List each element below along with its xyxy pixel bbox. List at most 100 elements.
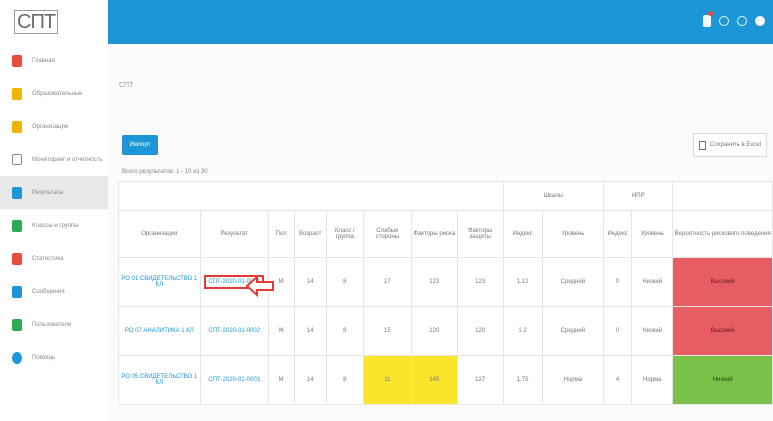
table-row[interactable]: РО 07 АНАЛИТИКА 1 КЛ СПТ-2020-01-0002 Ж … [118, 306, 773, 356]
sidebar-item-label: Статистика [32, 255, 64, 262]
cell-weak: 15 [362, 306, 412, 356]
sidebar-item-label: Сообщения [32, 288, 65, 295]
cell-risk: 120 [410, 306, 458, 356]
sidebar-item-home[interactable]: Главная [0, 44, 108, 77]
cell-age: 14 [293, 257, 327, 307]
cell-age: 14 [293, 355, 327, 405]
col-header[interactable]: Факторы риска [410, 210, 458, 258]
col-header[interactable]: Слабые стороны [362, 210, 412, 258]
person-icon [12, 252, 22, 265]
sidebar-item-users[interactable]: Пользователи [0, 308, 108, 341]
page-title: СПТ [119, 82, 134, 89]
cell-class: 8 [325, 355, 364, 405]
col-header[interactable]: Уровень [541, 210, 605, 258]
cell-index: 0 [603, 306, 633, 356]
cell-level: Средний [541, 257, 605, 307]
col-header[interactable]: Пол [267, 210, 295, 258]
cell-age: 14 [293, 306, 327, 356]
cell-level: Низкий [631, 306, 674, 356]
col-header[interactable]: Индекс [603, 210, 633, 258]
monitor-icon [12, 154, 22, 165]
cell-index: 1.2 [502, 306, 543, 356]
sidebar-nav: Главная Образовательные Организации Мони… [0, 44, 108, 374]
table-header-spacer [672, 181, 773, 211]
cell-level: Норма [631, 355, 674, 405]
sidebar-item-label: Пользователи [32, 321, 72, 328]
col-header[interactable]: Возраст [293, 210, 327, 258]
cell-index: 1.75 [502, 355, 543, 405]
col-header[interactable]: Индекс [502, 210, 543, 258]
cell-org[interactable]: РО 01 СВИДЕТЕЛЬСТВО 1 КЛ [118, 257, 201, 307]
import-button[interactable]: Импорт [122, 135, 158, 155]
settings-icon[interactable] [737, 16, 747, 26]
cell-risk: 123 [410, 257, 458, 307]
table-row[interactable]: РО 01 СВИДЕТЕЛЬСТВО 1 КЛ СПТ-2020-01-000… [118, 257, 773, 307]
group-header-ipr: ИПР [603, 181, 674, 211]
cell-probability-status: Высокий [672, 306, 773, 356]
cell-protect: 120 [456, 306, 504, 356]
user-icon[interactable] [755, 16, 765, 26]
save-excel-button[interactable]: Сохранить в Excel [693, 133, 767, 157]
col-header[interactable]: Класс / группа [325, 210, 364, 258]
home-icon [12, 54, 22, 67]
save-excel-label: Сохранить в Excel [709, 142, 761, 148]
notification-icon[interactable] [703, 11, 713, 27]
sidebar-item-label: Помощь [32, 354, 56, 361]
cell-level: Низкий [631, 257, 674, 307]
cell-risk: 140 [410, 355, 458, 405]
person-icon [12, 219, 22, 232]
cell-gender: Ж [267, 306, 295, 356]
sidebar-item-help[interactable]: Помощь [0, 341, 108, 374]
users-icon [12, 318, 22, 331]
cell-weak: 17 [362, 257, 412, 307]
cell-protect: 123 [456, 257, 504, 307]
organizations-icon [12, 120, 22, 133]
col-header[interactable]: Организация [118, 210, 201, 258]
sidebar-item-stats[interactable]: Статистика [0, 242, 108, 275]
col-header[interactable]: Факторы защиты [456, 210, 504, 258]
cell-level: Норма [541, 355, 605, 405]
document-icon [698, 140, 706, 150]
app-root: СПТ Главная Образовательные Организации … [0, 0, 773, 421]
table-row[interactable]: РО 05 СВИДЕТЕЛЬСТВО 1 КЛ СПТ-2020-01-000… [118, 355, 773, 405]
cell-protect: 127 [456, 355, 504, 405]
col-header[interactable]: Результат [199, 210, 269, 258]
cell-class: 8 [325, 257, 364, 307]
cell-gender: М [267, 355, 295, 405]
col-header[interactable]: Вероятность рискового поведения [672, 210, 773, 258]
sidebar-item-label: Образовательные [32, 90, 83, 97]
search-icon[interactable] [719, 16, 729, 26]
sidebar-item-label: Организации [32, 123, 69, 130]
cell-result[interactable]: СПТ-2020-01-0002 [199, 306, 269, 356]
sidebar-item-organizations[interactable]: Организации [0, 110, 108, 143]
logo-text: СПТ [14, 10, 59, 34]
sidebar-item-label: Результаты [32, 189, 64, 196]
col-header[interactable]: Уровень [631, 210, 674, 258]
sidebar: СПТ Главная Образовательные Организации … [0, 0, 109, 421]
results-table: Шкалы ИПР Организация Результат Пол Возр… [118, 181, 773, 405]
sidebar-item-messages[interactable]: Сообщения [0, 275, 108, 308]
person-icon [12, 186, 22, 199]
cell-class: 8 [325, 306, 364, 356]
cell-level: Средний [541, 306, 605, 356]
sidebar-item-monitoring[interactable]: Мониторинг и отчетность [0, 143, 108, 176]
cell-probability-status: Высокий [672, 257, 773, 307]
group-header-scales: Шкалы [502, 181, 605, 211]
help-icon [12, 351, 22, 364]
top-bar-icons [703, 11, 765, 27]
cell-index: 4 [603, 355, 633, 405]
sidebar-item-label: Мониторинг и отчетность [32, 156, 103, 163]
messages-icon [12, 285, 22, 298]
sidebar-item-label: Главная [32, 57, 55, 64]
cell-org[interactable]: РО 07 АНАЛИТИКА 1 КЛ [118, 306, 201, 356]
cell-result[interactable]: СПТ-2020-01-0003 [199, 355, 269, 405]
sidebar-item-education[interactable]: Образовательные [0, 77, 108, 110]
logo[interactable]: СПТ [0, 0, 108, 44]
table-header-spacer [118, 181, 504, 211]
cell-org[interactable]: РО 05 СВИДЕТЕЛЬСТВО 1 КЛ [118, 355, 201, 405]
sidebar-item-results[interactable]: Результаты [0, 176, 108, 209]
sidebar-item-label: Классы и группы [32, 222, 79, 229]
cell-index: 0 [603, 257, 633, 307]
callout-arrow-icon [245, 274, 274, 298]
sidebar-item-classes[interactable]: Классы и группы [0, 209, 108, 242]
